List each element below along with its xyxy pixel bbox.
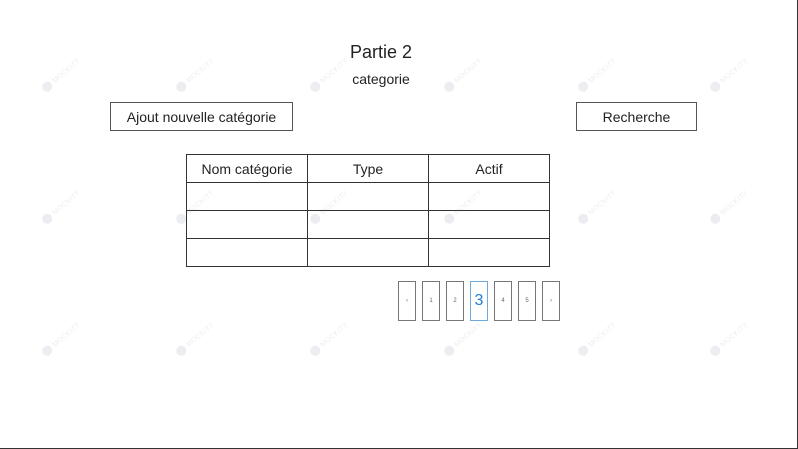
table-row[interactable]	[186, 238, 550, 267]
page-button-1[interactable]: 1	[422, 281, 440, 321]
watermark: MOCKITT	[442, 320, 484, 358]
mockitt-logo-icon	[308, 343, 323, 358]
table-cell	[186, 210, 308, 239]
table-cell	[307, 210, 429, 239]
page-subtitle: categorie	[352, 71, 410, 87]
page-button-4[interactable]: 4	[494, 281, 512, 321]
pagination: ‹ 1 2 3 4 5 ›	[398, 281, 560, 321]
watermark: MOCKITT	[308, 320, 350, 358]
table-row[interactable]	[186, 210, 550, 239]
column-header-active[interactable]: Actif	[428, 154, 550, 183]
watermark: MOCKITT	[576, 320, 618, 358]
category-table: Nom catégorie Type Actif	[186, 154, 550, 267]
table-cell	[186, 182, 308, 211]
mockitt-logo-icon	[708, 211, 723, 226]
mockitt-logo-icon	[708, 343, 723, 358]
mockitt-logo-icon	[40, 211, 55, 226]
column-header-name[interactable]: Nom catégorie	[186, 154, 308, 183]
page-title: Partie 2	[349, 42, 413, 62]
next-page-button[interactable]: ›	[542, 281, 560, 321]
mockitt-logo-icon	[442, 343, 457, 358]
table-header-row: Nom catégorie Type Actif	[186, 154, 550, 183]
watermark: MOCKITT	[40, 320, 82, 358]
watermark: MOCKITT	[708, 320, 750, 358]
table-cell	[307, 238, 429, 267]
table-row[interactable]	[186, 182, 550, 211]
page-button-2[interactable]: 2	[446, 281, 464, 321]
table-cell	[428, 210, 550, 239]
watermark: MOCKITT	[174, 320, 216, 358]
prev-page-button[interactable]: ‹	[398, 281, 416, 321]
table-cell	[428, 182, 550, 211]
page-button-5[interactable]: 5	[518, 281, 536, 321]
search-button[interactable]: Recherche	[576, 102, 697, 131]
watermark: MOCKITT	[576, 188, 618, 226]
mockitt-logo-icon	[174, 343, 189, 358]
column-header-type[interactable]: Type	[307, 154, 429, 183]
mockitt-logo-icon	[576, 211, 591, 226]
page-canvas: MOCKITT MOCKITT MOCKITT MOCKITT MOCKITT …	[0, 0, 798, 449]
mockitt-logo-icon	[576, 343, 591, 358]
page-button-3-current[interactable]: 3	[470, 281, 488, 321]
mockitt-logo-icon	[40, 343, 55, 358]
add-category-button[interactable]: Ajout nouvelle catégorie	[110, 102, 293, 131]
table-cell	[428, 238, 550, 267]
watermark: MOCKITT	[708, 188, 750, 226]
watermark: MOCKITT	[40, 188, 82, 226]
table-cell	[307, 182, 429, 211]
table-cell	[186, 238, 308, 267]
